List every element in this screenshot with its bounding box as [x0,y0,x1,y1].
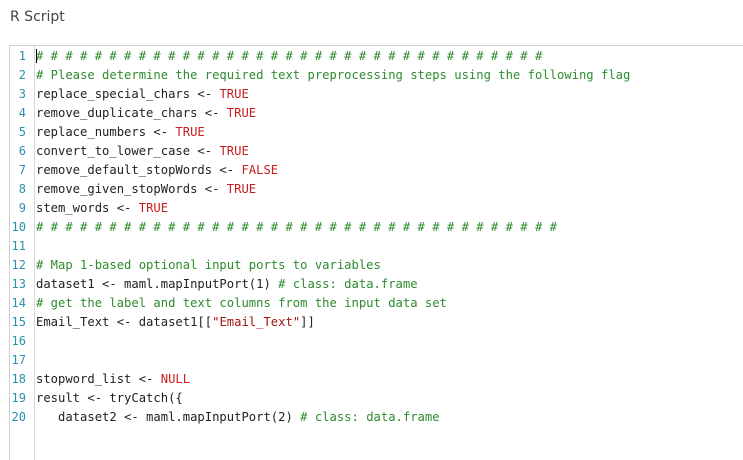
line-code[interactable]: result <- tryCatch({ [36,389,183,408]
code-token-plain: remove_duplicate_chars <- [36,106,227,120]
code-token-plain: result <- tryCatch({ [36,391,183,405]
line-code[interactable]: remove_given_stopWords <- TRUE [36,180,256,199]
line-code[interactable]: # # # # # # # # # # # # # # # # # # # # … [36,47,542,66]
line-number: 16 [11,334,26,348]
code-token-plain: remove_given_stopWords <- [36,182,227,196]
line-code[interactable]: Email_Text <- dataset1[["Email_Text"]] [36,313,315,332]
code-token-comment: # # # # # # # # # # # # # # # # # # # # … [36,220,557,234]
line-code[interactable]: # Map 1-based optional input ports to va… [36,256,381,275]
line-number: 20 [11,410,26,424]
code-token-plain: replace_special_chars <- [36,87,220,101]
line-code[interactable]: # Please determine the required text pre… [36,66,630,85]
code-token-comment: # get the label and text columns from th… [36,296,447,310]
line-code[interactable]: replace_numbers <- TRUE [36,123,205,142]
line-code[interactable]: # # # # # # # # # # # # # # # # # # # # … [36,218,557,237]
code-token-bool: TRUE [226,106,257,120]
code-token-plain: stem_words <- [36,201,139,215]
code-line[interactable]: 18 stopword_list <- NULL [10,370,743,389]
code-token-comment: # Please determine the required text pre… [36,68,631,82]
code-token-bool: TRUE [226,182,257,196]
line-number: 6 [18,144,26,158]
line-number: 17 [11,353,26,367]
code-token-plain: remove_default_stopWords <- [36,163,242,177]
code-line[interactable]: 1 # # # # # # # # # # # # # # # # # # # #… [10,47,743,66]
code-line[interactable]: 7 remove_default_stopWords <- FALSE [10,161,743,180]
line-number: 18 [11,372,26,386]
code-token-plain: Email_Text <- dataset1[[ [36,315,213,329]
line-number: 12 [11,258,26,272]
line-number: 14 [11,296,26,310]
code-token-bool: TRUE [219,144,249,158]
line-number: 5 [18,125,26,139]
code-token-bool: TRUE [219,87,249,101]
line-number: 1 [18,49,26,63]
code-line[interactable]: 15 Email_Text <- dataset1[["Email_Text"]] [10,313,743,332]
code-line[interactable]: 17 [10,351,743,370]
code-token-comment: # class: data.frame [278,277,418,291]
line-code[interactable]: dataset2 <- maml.mapInputPort(2) # class… [36,408,440,427]
code-line[interactable]: 19 result <- tryCatch({ [10,389,743,408]
line-code[interactable]: # get the label and text columns from th… [36,294,447,313]
line-number: 19 [11,391,26,405]
line-code[interactable]: stem_words <- TRUE [36,199,168,218]
code-line[interactable]: 10 # # # # # # # # # # # # # # # # # # # … [10,218,743,237]
code-token-plain: stopword_list <- [36,372,161,386]
code-line[interactable]: 5 replace_numbers <- TRUE [10,123,743,142]
line-code[interactable]: convert_to_lower_case <- TRUE [36,142,249,161]
code-line[interactable]: 14 # get the label and text columns from … [10,294,743,313]
code-line[interactable]: 13 dataset1 <- maml.mapInputPort(1) # cla… [10,275,743,294]
code-line[interactable]: 20 dataset2 <- maml.mapInputPort(2) # cl… [10,408,743,427]
code-token-comment: # class: data.frame [300,410,440,424]
code-line[interactable]: 3 replace_special_chars <- TRUE [10,85,743,104]
code-token-comment: # # # # # # # # # # # # # # # # # # # # … [36,49,543,63]
line-code[interactable]: remove_duplicate_chars <- TRUE [36,104,256,123]
line-number: 2 [18,68,26,82]
code-line[interactable]: 16 [10,332,743,351]
line-code[interactable]: remove_default_stopWords <- FALSE [36,161,278,180]
code-line[interactable]: 11 [10,237,743,256]
code-token-plain: convert_to_lower_case <- [36,144,220,158]
code-line[interactable]: 9 stem_words <- TRUE [10,199,743,218]
line-number: 4 [18,106,26,120]
code-editor[interactable]: 1 # # # # # # # # # # # # # # # # # # # #… [9,45,743,460]
code-token-plain: dataset1 <- maml.mapInputPort(1) [36,277,279,291]
code-token-comment: # Map 1-based optional input ports to va… [36,258,381,272]
line-number: 10 [11,220,26,234]
line-number: 8 [18,182,26,196]
line-number: 15 [11,315,26,329]
line-number: 13 [11,277,26,291]
code-token-null: NULL [160,372,191,386]
code-line[interactable]: 8 remove_given_stopWords <- TRUE [10,180,743,199]
code-token-plain: ]] [300,315,315,329]
code-token-bool: TRUE [175,125,205,139]
text-cursor [36,49,37,63]
code-token-plain: replace_numbers <- [36,125,176,139]
line-number: 11 [11,239,26,253]
line-code[interactable]: dataset1 <- maml.mapInputPort(1) # class… [36,275,418,294]
code-token-bool: TRUE [138,201,169,215]
code-token-string: "Email_Text" [212,315,301,329]
line-code[interactable]: replace_special_chars <- TRUE [36,85,249,104]
code-line[interactable]: 6 convert_to_lower_case <- TRUE [10,142,743,161]
line-code[interactable]: stopword_list <- NULL [36,370,190,389]
code-token-bool: FALSE [241,163,279,177]
line-number: 7 [18,163,26,177]
line-number: 3 [18,87,26,101]
line-number: 9 [18,201,26,215]
code-line[interactable]: 12 # Map 1-based optional input ports to … [10,256,743,275]
script-title: R Script [10,9,65,25]
code-line[interactable]: 2 # Please determine the required text pr… [10,66,743,85]
code-token-plain: dataset2 <- maml.mapInputPort(2) [36,410,301,424]
code-line[interactable]: 4 remove_duplicate_chars <- TRUE [10,104,743,123]
